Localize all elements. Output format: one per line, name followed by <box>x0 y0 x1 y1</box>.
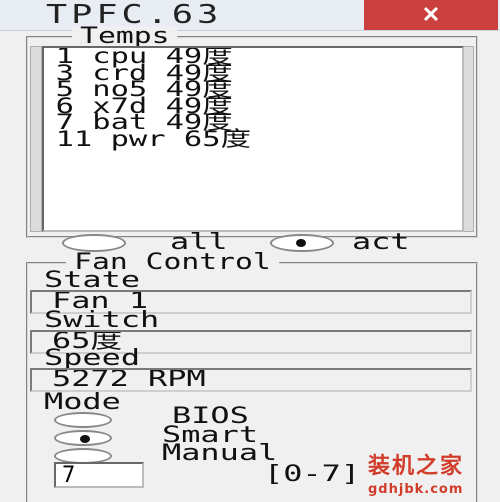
mode-smart-radio[interactable] <box>54 430 112 446</box>
temps-list[interactable]: 1 cpu 49度 3 crd 49度 5 no5 49度 6 x7d 49度 … <box>42 46 464 232</box>
act-radio[interactable] <box>270 234 334 252</box>
mode-manual-label: Manual <box>162 441 278 466</box>
temps-legend: Temps <box>72 26 178 48</box>
watermark-line-1: 装机之家 <box>368 454 465 479</box>
mode-bios-radio[interactable] <box>54 412 112 428</box>
speed-field: 5272 RPM <box>30 368 472 392</box>
close-icon: ✕ <box>421 2 441 27</box>
switch-label: Switch <box>44 308 160 333</box>
manual-speed-input[interactable] <box>54 462 144 488</box>
range-label: [0-7] <box>264 462 361 487</box>
watermark: 装机之家 gdhjbk.com <box>368 448 464 497</box>
watermark-line-2: gdhjbk.com <box>368 482 464 497</box>
state-label: State <box>44 268 141 293</box>
act-radio-label: act <box>352 230 410 255</box>
mode-label: Mode <box>44 390 121 415</box>
speed-label: Speed <box>44 346 141 371</box>
close-button[interactable]: ✕ <box>364 0 498 30</box>
speed-value: 5272 RPM <box>52 368 206 392</box>
temps-scrollbar-left[interactable] <box>30 46 42 232</box>
temp-line-6: 11 pwr 65度 <box>55 126 252 151</box>
